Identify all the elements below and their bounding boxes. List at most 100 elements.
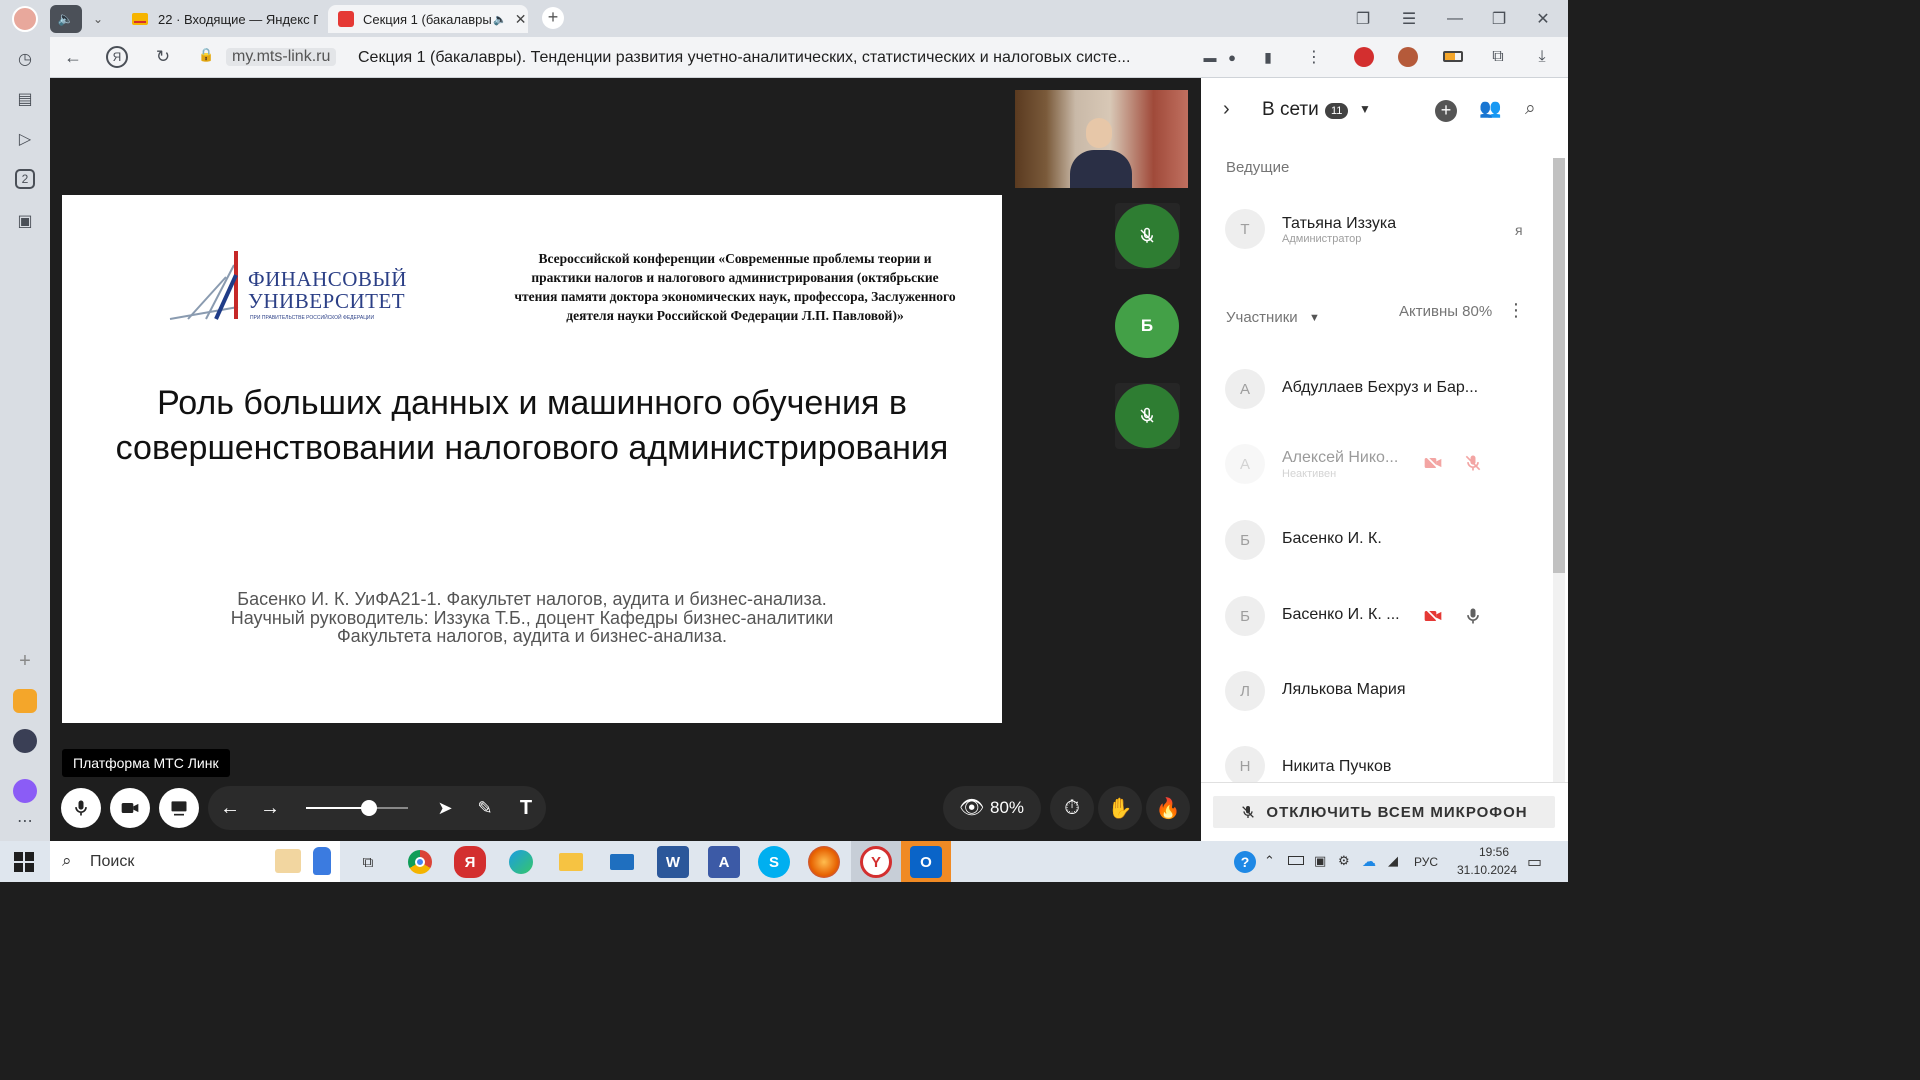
prev-slide-button[interactable]: ← (212, 790, 248, 826)
video-tile-2[interactable]: Б (1115, 293, 1180, 359)
camera-button[interactable] (110, 788, 150, 828)
start-button[interactable] (14, 852, 34, 872)
bookmark-icon[interactable]: ▮ (1258, 47, 1278, 67)
zoom-slider[interactable] (306, 800, 408, 816)
online-dropdown-icon[interactable]: ▼ (1359, 102, 1371, 116)
panel-scrollbar-thumb[interactable] (1553, 158, 1565, 573)
language-indicator[interactable]: РУС (1414, 855, 1438, 869)
next-slide-button[interactable]: → (252, 790, 288, 826)
outlook-icon[interactable]: O (910, 846, 942, 878)
page-menu-icon[interactable]: ⋮ (1304, 47, 1324, 67)
yandex-app-icon[interactable]: Y (860, 846, 892, 878)
back-icon[interactable]: ← (62, 46, 84, 68)
downloads-icon[interactable]: ⤓ (1532, 47, 1552, 67)
extensions-icon[interactable]: ⧉ (1488, 47, 1508, 67)
notifications-icon[interactable]: ▭ (1527, 852, 1542, 872)
notes-icon[interactable]: ▤ (13, 87, 37, 111)
mail-app-icon[interactable] (13, 689, 37, 713)
groups-icon[interactable]: 👥 (1479, 98, 1501, 119)
tab-audio-button[interactable]: 🔈 (50, 5, 82, 33)
tab-active[interactable]: Секция 1 (бакалавры) 🔈 ✕ (328, 5, 528, 33)
edge-icon[interactable] (505, 846, 537, 878)
timer-button[interactable]: ⏱ (1050, 786, 1094, 830)
app-icon[interactable]: A (708, 846, 740, 878)
camera-indicator-icon[interactable]: ▬ (1200, 47, 1220, 67)
firefox-icon[interactable] (808, 846, 840, 878)
url-field[interactable]: 🔒 my.mts-link.ru Секция 1 (бакалавры). Т… (190, 43, 1290, 71)
clock-time[interactable]: 19:56 (1464, 845, 1524, 859)
assistant-app-icon[interactable] (13, 779, 37, 803)
pointer-tool-button[interactable]: ➤ (427, 790, 463, 826)
search-icon[interactable]: ⌕ (1525, 98, 1536, 120)
menu-icon[interactable]: ☰ (1398, 8, 1420, 30)
list-item[interactable]: Н Никита Пучков (1225, 746, 1545, 782)
screen-share-button[interactable] (159, 788, 199, 828)
video-tile-3[interactable] (1115, 383, 1180, 449)
reload-icon[interactable]: ↻ (152, 46, 174, 68)
file-explorer-icon[interactable] (555, 846, 587, 878)
counter-badge[interactable]: 2 (15, 169, 35, 189)
yandex-browser-icon[interactable]: Я (454, 846, 486, 878)
list-item[interactable]: А Абдуллаев Бехруз и Бар... (1225, 369, 1545, 411)
close-window-icon[interactable]: ✕ (1532, 8, 1554, 30)
onedrive-icon[interactable]: ☁ (1362, 853, 1376, 870)
list-item[interactable]: Б Басенко И. К. (1225, 520, 1545, 562)
pen-tool-button[interactable]: ✎ (467, 790, 503, 826)
zoom-slider-handle[interactable] (361, 800, 377, 816)
extension-icon[interactable] (1398, 47, 1418, 67)
chrome-icon[interactable] (404, 846, 436, 878)
word-icon[interactable]: W (657, 846, 689, 878)
history-icon[interactable]: ◷ (13, 47, 37, 71)
add-participant-icon[interactable]: + (1435, 100, 1457, 122)
mic-indicator-icon[interactable]: ● (1222, 47, 1242, 67)
participants-menu-icon[interactable]: ⋮ (1507, 300, 1525, 321)
screenshot-icon[interactable]: ▣ (13, 209, 37, 233)
participants-dropdown-icon[interactable]: ▼ (1309, 312, 1320, 324)
tray-chevron-icon[interactable]: ⌃ (1264, 853, 1275, 869)
list-item[interactable]: А Алексей Нико... Неактивен (1225, 444, 1545, 486)
taskbar-search[interactable]: ⌕ Поиск (50, 841, 340, 882)
battery-extension-icon[interactable] (1443, 51, 1463, 62)
collapse-panel-icon[interactable]: › (1223, 98, 1230, 121)
list-item[interactable]: Б Басенко И. К. ... (1225, 596, 1545, 638)
reactions-button[interactable]: 🔥 (1146, 786, 1190, 830)
network-icon[interactable]: ◢ (1388, 853, 1398, 869)
participants-header[interactable]: Участники (1226, 309, 1298, 326)
panel-scrollbar[interactable] (1553, 158, 1565, 783)
collections-icon[interactable]: ❐ (1352, 8, 1374, 30)
tab-close-icon[interactable]: ✕ (515, 11, 527, 28)
tab-inbox[interactable]: 22 · Входящие — Яндекс Почта (122, 5, 322, 33)
video-icon[interactable]: ▷ (13, 127, 37, 151)
speaker-video[interactable] (1015, 90, 1188, 188)
tray-app-icon[interactable]: ▣ (1314, 853, 1326, 869)
video-tile-1[interactable] (1115, 203, 1180, 269)
restore-icon[interactable]: ❐ (1488, 8, 1510, 30)
tray-settings-icon[interactable]: ⚙ (1338, 853, 1350, 869)
skype-icon[interactable]: S (758, 846, 790, 878)
protect-extension-icon[interactable] (1354, 47, 1374, 67)
task-view-icon[interactable]: ⧉ (352, 846, 384, 878)
list-item[interactable]: Л Лялькова Мария (1225, 671, 1545, 713)
yandex-icon[interactable]: Я (106, 46, 128, 68)
help-icon[interactable]: ? (1234, 851, 1256, 873)
new-tab-button[interactable]: + (542, 7, 564, 29)
minimize-icon[interactable]: — (1444, 8, 1466, 30)
text-tool-button[interactable]: T (508, 790, 544, 826)
mic-on-icon[interactable] (1463, 606, 1483, 631)
participant-status: Неактивен (1282, 468, 1337, 480)
camera-off-icon[interactable] (1422, 606, 1444, 631)
mail-icon[interactable] (606, 846, 638, 878)
cursor-icon: ➤ (437, 797, 453, 818)
microphone-button[interactable] (61, 788, 101, 828)
alice-app-icon[interactable] (13, 729, 37, 753)
add-panel-icon[interactable]: + (13, 649, 37, 673)
clock-date[interactable]: 31.10.2024 (1447, 863, 1527, 877)
more-icon[interactable]: ⋯ (13, 809, 37, 833)
eye-icon: 👁 (959, 797, 985, 819)
mute-all-button[interactable]: ОТКЛЮЧИТЬ ВСЕМ МИКРОФОН (1213, 796, 1555, 828)
viewers-indicator[interactable]: 👁 80% (943, 786, 1041, 830)
profile-avatar[interactable] (12, 6, 38, 32)
host-item[interactable]: Т Татьяна Иззука Администратор я (1225, 209, 1545, 251)
raise-hand-button[interactable]: ✋ (1098, 786, 1142, 830)
tabs-menu-chevron-icon[interactable]: ⌄ (88, 9, 108, 29)
